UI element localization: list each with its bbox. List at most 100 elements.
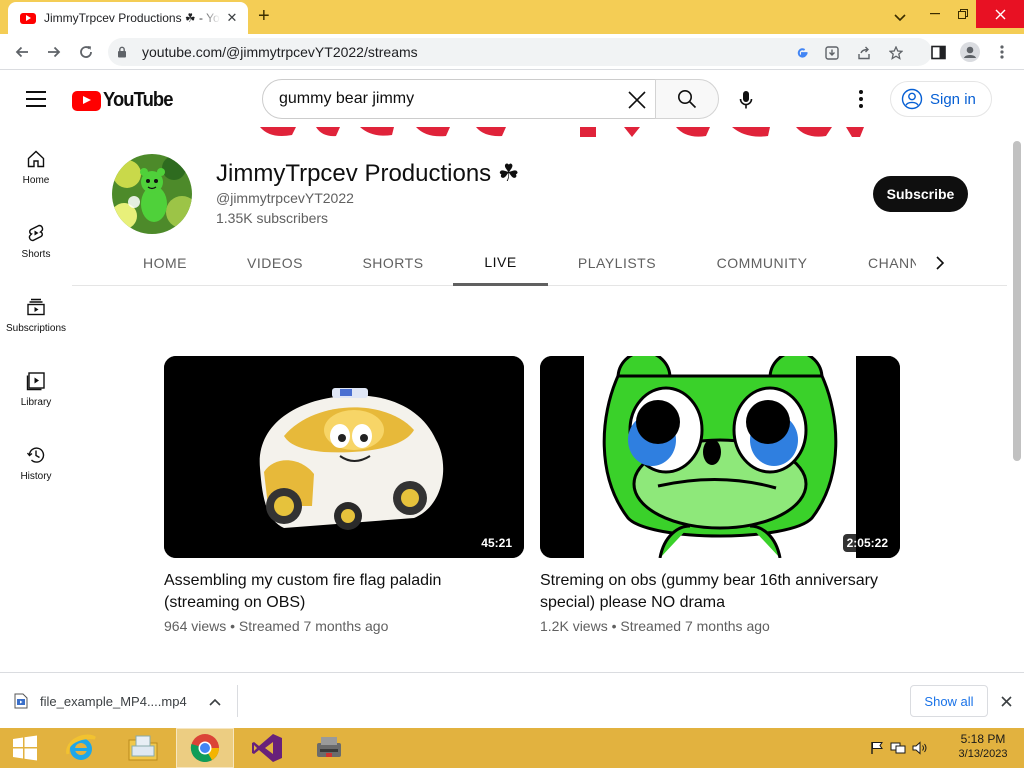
lock-icon[interactable]	[108, 46, 136, 58]
browser-toolbar: youtube.com/@jimmytrpcevYT2022/streams	[0, 34, 1024, 70]
youtube-masthead: YouTube gummy bear jimmy Sign in	[0, 71, 1010, 127]
network-icon[interactable]	[890, 741, 906, 755]
video-duration: 2:05:22	[842, 534, 892, 552]
shorts-icon	[28, 224, 44, 242]
guide-item-history[interactable]: History	[0, 423, 72, 497]
video-card[interactable]: 2:05:22 Streming on obs (gummy bear 16th…	[540, 356, 900, 634]
youtube-wordmark: YouTube	[103, 89, 173, 111]
windows-logo-icon	[13, 735, 37, 761]
channel-tabs: HOME VIDEOS SHORTS LIVE PLAYLISTS COMMUN…	[72, 240, 1007, 286]
minimize-window-button[interactable]	[920, 0, 950, 28]
video-title[interactable]: Streming on obs (gummy bear 16th anniver…	[540, 570, 890, 614]
url-text[interactable]: youtube.com/@jimmytrpcevYT2022/streams	[142, 44, 418, 60]
video-file-icon	[14, 693, 28, 709]
application-taskbar-icon[interactable]	[300, 728, 358, 768]
video-title[interactable]: Assembling my custom fire flag paladin (…	[164, 570, 514, 614]
restore-window-button[interactable]	[950, 0, 976, 28]
clear-search-icon[interactable]	[625, 88, 649, 112]
search-query-text[interactable]: gummy bear jimmy	[279, 90, 414, 108]
guide-label: Shorts	[21, 249, 51, 260]
system-tray	[870, 728, 928, 768]
search-icon	[678, 90, 697, 109]
chevron-up-icon[interactable]	[209, 693, 221, 711]
tab-home[interactable]: HOME	[132, 240, 198, 286]
sign-in-label: Sign in	[930, 90, 976, 108]
channel-handle: @jimmytrpcevYT2022	[216, 190, 354, 206]
close-window-button[interactable]	[976, 0, 1024, 28]
account-circle-icon	[901, 88, 923, 110]
clock-time: 5:18 PM	[960, 732, 1006, 746]
browser-menu-icon[interactable]	[990, 40, 1014, 64]
subscriptions-icon	[27, 298, 45, 316]
close-download-shelf-icon[interactable]	[996, 691, 1016, 711]
start-button[interactable]	[0, 728, 50, 768]
search-button[interactable]	[655, 79, 719, 119]
voice-search-mic-icon[interactable]	[732, 86, 760, 114]
channel-name: JimmyTrpcev Productions ☘	[216, 160, 520, 187]
settings-more-icon[interactable]	[848, 87, 874, 111]
youtube-play-icon	[72, 90, 101, 111]
close-tab-icon[interactable]: ✕	[224, 10, 240, 26]
history-icon	[26, 447, 45, 463]
chevron-right-icon[interactable]	[926, 250, 954, 276]
guide-menu-icon[interactable]	[26, 91, 46, 107]
scrollbar-thumb[interactable]	[1013, 141, 1021, 461]
install-app-icon[interactable]	[824, 45, 840, 61]
download-item[interactable]: file_example_MP4....mp4	[14, 685, 238, 717]
tab-title: JimmyTrpcev Productions ☘ - YouTube	[44, 11, 220, 25]
search-input[interactable]: gummy bear jimmy	[262, 79, 656, 119]
tab-channels[interactable]: CHANN	[868, 240, 916, 286]
screen: JimmyTrpcev Productions ☘ - YouTube ✕ +	[0, 0, 1024, 768]
guide-label: History	[20, 471, 52, 482]
home-icon	[27, 150, 45, 168]
taskbar-clock[interactable]: 5:18 PM 3/13/2023	[950, 732, 1016, 760]
tab-community[interactable]: COMMUNITY	[712, 240, 812, 286]
profile-avatar-icon[interactable]	[958, 40, 982, 64]
subscriber-count: 1.35K subscribers	[216, 210, 329, 226]
address-bar[interactable]: youtube.com/@jimmytrpcevYT2022/streams	[108, 38, 932, 66]
side-panel-icon[interactable]	[926, 40, 950, 64]
share-icon[interactable]	[856, 45, 872, 61]
tab-videos[interactable]: VIDEOS	[242, 240, 308, 286]
back-arrow-icon[interactable]	[10, 40, 34, 64]
video-metadata: 964 views • Streamed 7 months ago	[164, 618, 389, 634]
youtube-logo[interactable]: YouTube	[72, 89, 179, 112]
video-thumbnail[interactable]: 45:21	[164, 356, 524, 558]
file-explorer-taskbar-icon[interactable]	[114, 728, 172, 768]
internet-explorer-taskbar-icon[interactable]	[52, 728, 110, 768]
bookmark-star-icon[interactable]	[888, 45, 904, 61]
windows-taskbar: 5:18 PM 3/13/2023	[0, 728, 1024, 768]
tab-search-chevron-icon[interactable]	[888, 4, 912, 32]
youtube-favicon-icon	[20, 12, 36, 24]
show-all-downloads-button[interactable]: Show all	[910, 685, 988, 717]
new-tab-button[interactable]: +	[258, 6, 270, 26]
guide-label: Library	[20, 397, 52, 408]
guide-item-library[interactable]: Library	[0, 349, 72, 423]
guide-label: Subscriptions	[5, 323, 67, 334]
guide-item-shorts[interactable]: Shorts	[0, 201, 72, 275]
library-icon	[26, 372, 45, 391]
speaker-volume-icon[interactable]	[912, 741, 928, 755]
subscribe-button[interactable]: Subscribe	[873, 176, 968, 212]
tab-playlists[interactable]: PLAYLISTS	[572, 240, 662, 286]
chrome-taskbar-icon[interactable]	[176, 728, 234, 768]
guide-item-home[interactable]: Home	[0, 127, 72, 201]
sign-in-button[interactable]: Sign in	[890, 81, 992, 117]
video-card[interactable]: 45:21 Assembling my custom fire flag pal…	[164, 356, 524, 634]
forward-arrow-icon[interactable]	[42, 40, 66, 64]
video-thumbnail[interactable]: 2:05:22	[540, 356, 900, 558]
google-lens-icon[interactable]	[794, 45, 810, 61]
page-scrollbar[interactable]	[1010, 71, 1024, 672]
channel-banner-image	[260, 127, 864, 137]
video-metadata: 1.2K views • Streamed 7 months ago	[540, 618, 770, 634]
tab-live[interactable]: LIVE	[453, 240, 548, 286]
guide-label: Home	[22, 175, 50, 186]
visual-studio-taskbar-icon[interactable]	[238, 728, 296, 768]
action-center-flag-icon[interactable]	[870, 741, 884, 755]
channel-avatar[interactable]	[112, 154, 192, 234]
browser-tab-strip: JimmyTrpcev Productions ☘ - YouTube ✕ +	[0, 0, 1024, 34]
tab-shorts[interactable]: SHORTS	[356, 240, 430, 286]
browser-tab[interactable]: JimmyTrpcev Productions ☘ - YouTube ✕	[8, 2, 248, 34]
reload-icon[interactable]	[74, 40, 98, 64]
guide-item-subscriptions[interactable]: Subscriptions	[0, 275, 72, 349]
